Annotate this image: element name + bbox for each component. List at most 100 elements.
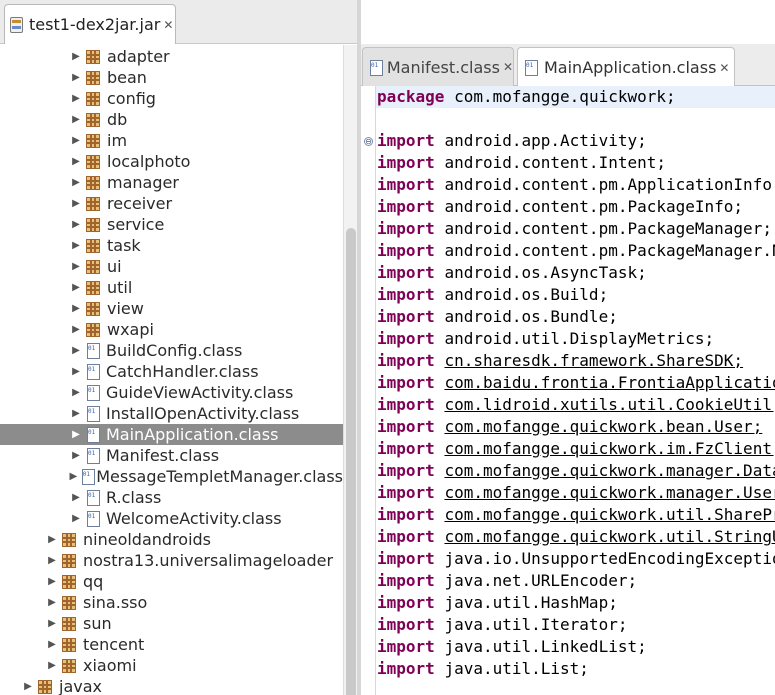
import-statement: import java.util.HashMap; bbox=[376, 592, 775, 614]
import-statement: import android.os.Build; bbox=[376, 284, 775, 306]
expand-arrow-icon[interactable]: ▶ bbox=[44, 660, 60, 671]
class-file-icon bbox=[86, 511, 100, 527]
tree-item-class[interactable]: ▶ Manifest.class bbox=[0, 445, 343, 466]
expand-arrow-icon[interactable]: ▶ bbox=[68, 72, 84, 83]
expand-arrow-icon[interactable]: ▶ bbox=[68, 93, 84, 104]
tree-item-package[interactable]: ▶ sun bbox=[0, 613, 343, 634]
tree-item-package[interactable]: ▶ nineoldandroids bbox=[0, 529, 343, 550]
tab-mainapplication-class[interactable]: MainApplication.class ✕ bbox=[517, 47, 735, 87]
code-text: java.io.UnsupportedEncodingException; bbox=[444, 549, 775, 568]
expand-arrow-icon[interactable]: ▶ bbox=[68, 345, 84, 356]
tree-item-package[interactable]: ▶ xiaomi bbox=[0, 655, 343, 676]
expand-arrow-icon[interactable]: ▶ bbox=[68, 366, 84, 377]
expand-arrow-icon[interactable]: ▶ bbox=[68, 261, 84, 272]
import-statement: import android.content.pm.PackageInfo; bbox=[376, 196, 775, 218]
package-icon bbox=[86, 322, 100, 337]
keyword: import bbox=[377, 593, 435, 612]
tree-item-package[interactable]: ▶ db bbox=[0, 109, 343, 130]
expand-arrow-icon[interactable]: ▶ bbox=[68, 450, 84, 461]
import-link[interactable]: cn.sharesdk.framework.ShareSDK; bbox=[444, 351, 743, 370]
tree-item-package[interactable]: ▶ sina.sso bbox=[0, 592, 343, 613]
tree-item-package[interactable]: ▶ ui bbox=[0, 256, 343, 277]
expand-arrow-icon[interactable]: ▶ bbox=[68, 282, 84, 293]
expand-arrow-icon[interactable]: ▶ bbox=[68, 219, 84, 230]
expand-arrow-icon[interactable]: ▶ bbox=[68, 303, 84, 314]
expand-arrow-icon[interactable]: ▶ bbox=[68, 51, 84, 62]
keyword: import bbox=[377, 461, 435, 480]
expand-arrow-icon[interactable]: ▶ bbox=[44, 639, 60, 650]
expand-arrow-icon[interactable]: ▶ bbox=[68, 240, 84, 251]
tree-item-package[interactable]: ▶ util bbox=[0, 277, 343, 298]
tree-item-package[interactable]: ▶ receiver bbox=[0, 193, 343, 214]
tree-item-package[interactable]: ▶ javax bbox=[0, 676, 343, 695]
tree-item-package[interactable]: ▶ view bbox=[0, 298, 343, 319]
expand-arrow-icon[interactable]: ▶ bbox=[68, 156, 84, 167]
tree-item-package[interactable]: ▶ task bbox=[0, 235, 343, 256]
expand-arrow-icon[interactable]: ▶ bbox=[68, 114, 84, 125]
expand-arrow-icon[interactable]: ▶ bbox=[44, 618, 60, 629]
expand-arrow-icon[interactable]: ▶ bbox=[44, 576, 60, 587]
expand-arrow-icon[interactable]: ▶ bbox=[68, 429, 84, 440]
import-link[interactable]: com.mofangge.quickwork.util.SharePrefere… bbox=[444, 505, 775, 524]
import-link[interactable]: com.baidu.frontia.FrontiaApplication; bbox=[444, 373, 775, 392]
expand-arrow-icon[interactable]: ▶ bbox=[68, 177, 84, 188]
tree-item-label: BuildConfig.class bbox=[106, 341, 243, 360]
tree-item-label: nineoldandroids bbox=[83, 530, 212, 549]
expand-arrow-icon[interactable]: ▶ bbox=[68, 387, 84, 398]
tab-manifest-class[interactable]: Manifest.class ✕ bbox=[362, 47, 514, 86]
code-text: android.os.Bundle; bbox=[444, 307, 618, 326]
code-text: java.util.List; bbox=[444, 659, 589, 678]
expand-arrow-icon[interactable]: ▶ bbox=[20, 681, 36, 692]
import-link[interactable]: com.mofangge.quickwork.util.StringUtil; bbox=[444, 527, 775, 546]
tree-item-class[interactable]: ▶ WelcomeActivity.class bbox=[0, 508, 343, 529]
close-icon[interactable]: ✕ bbox=[719, 61, 729, 75]
tab-label: Manifest.class bbox=[386, 57, 500, 77]
import-link[interactable]: com.lidroid.xutils.util.CookieUtil; bbox=[444, 395, 775, 414]
tree-item-package[interactable]: ▶ nostra13.universalimageloader bbox=[0, 550, 343, 571]
expand-arrow-icon[interactable]: ▶ bbox=[44, 597, 60, 608]
tree-item-class[interactable]: ▶ BuildConfig.class bbox=[0, 340, 343, 361]
jar-tab[interactable]: test1-dex2jar.jar ✕ bbox=[4, 4, 176, 44]
expand-arrow-icon[interactable]: ▶ bbox=[44, 555, 60, 566]
import-statement: import android.util.DisplayMetrics; bbox=[376, 328, 775, 350]
tree-item-package[interactable]: ▶ adapter bbox=[0, 46, 343, 67]
import-link[interactable]: com.mofangge.quickwork.manager.UserManag… bbox=[444, 483, 775, 502]
tree-scrollbar[interactable] bbox=[343, 45, 357, 695]
code-area[interactable]: package com.mofangge.quickwork; import an… bbox=[375, 86, 775, 695]
tree-item-package[interactable]: ▶ manager bbox=[0, 172, 343, 193]
expand-arrow-icon[interactable]: ▶ bbox=[68, 198, 84, 209]
tree-item-class[interactable]: ▶ MessageTempletManager.class bbox=[0, 466, 343, 487]
expand-arrow-icon[interactable]: ▶ bbox=[68, 324, 84, 335]
expand-arrow-icon[interactable]: ▶ bbox=[68, 408, 84, 419]
tree-item-label: task bbox=[107, 236, 141, 255]
import-link[interactable]: com.mofangge.quickwork.im.FzClient; bbox=[444, 439, 775, 458]
expand-arrow-icon[interactable]: ▶ bbox=[68, 471, 79, 482]
tree-item-class[interactable]: ▶ MainApplication.class bbox=[0, 424, 343, 445]
tree-item-class[interactable]: ▶ GuideViewActivity.class bbox=[0, 382, 343, 403]
tree-item-package[interactable]: ▶ tencent bbox=[0, 634, 343, 655]
import-statement: import java.net.URLEncoder; bbox=[376, 570, 775, 592]
tree-item-package[interactable]: ▶ wxapi bbox=[0, 319, 343, 340]
fold-collapse-icon[interactable]: ⊖ bbox=[364, 137, 373, 146]
code-text: java.util.LinkedList; bbox=[444, 637, 647, 656]
import-link[interactable]: com.mofangge.quickwork.bean.User; bbox=[444, 417, 762, 436]
tree-item-package[interactable]: ▶ qq bbox=[0, 571, 343, 592]
tree-item-class[interactable]: ▶ R.class bbox=[0, 487, 343, 508]
class-file-icon bbox=[81, 469, 96, 485]
tree-scrollbar-thumb[interactable] bbox=[346, 228, 356, 695]
close-icon[interactable]: ✕ bbox=[163, 18, 173, 32]
tree-item-class[interactable]: ▶ InstallOpenActivity.class bbox=[0, 403, 343, 424]
tree-item-class[interactable]: ▶ CatchHandler.class bbox=[0, 361, 343, 382]
tree-item-package[interactable]: ▶ bean bbox=[0, 67, 343, 88]
close-icon[interactable]: ✕ bbox=[503, 60, 513, 74]
tree-item-package[interactable]: ▶ localphoto bbox=[0, 151, 343, 172]
tree-item-package[interactable]: ▶ service bbox=[0, 214, 343, 235]
import-link[interactable]: com.mofangge.quickwork.manager.DataManag… bbox=[444, 461, 775, 480]
expand-arrow-icon[interactable]: ▶ bbox=[68, 492, 84, 503]
expand-arrow-icon[interactable]: ▶ bbox=[68, 135, 84, 146]
expand-arrow-icon[interactable]: ▶ bbox=[68, 513, 84, 524]
keyword: import bbox=[377, 483, 435, 502]
tree-item-package[interactable]: ▶ config bbox=[0, 88, 343, 109]
tree-item-package[interactable]: ▶ im bbox=[0, 130, 343, 151]
expand-arrow-icon[interactable]: ▶ bbox=[44, 534, 60, 545]
